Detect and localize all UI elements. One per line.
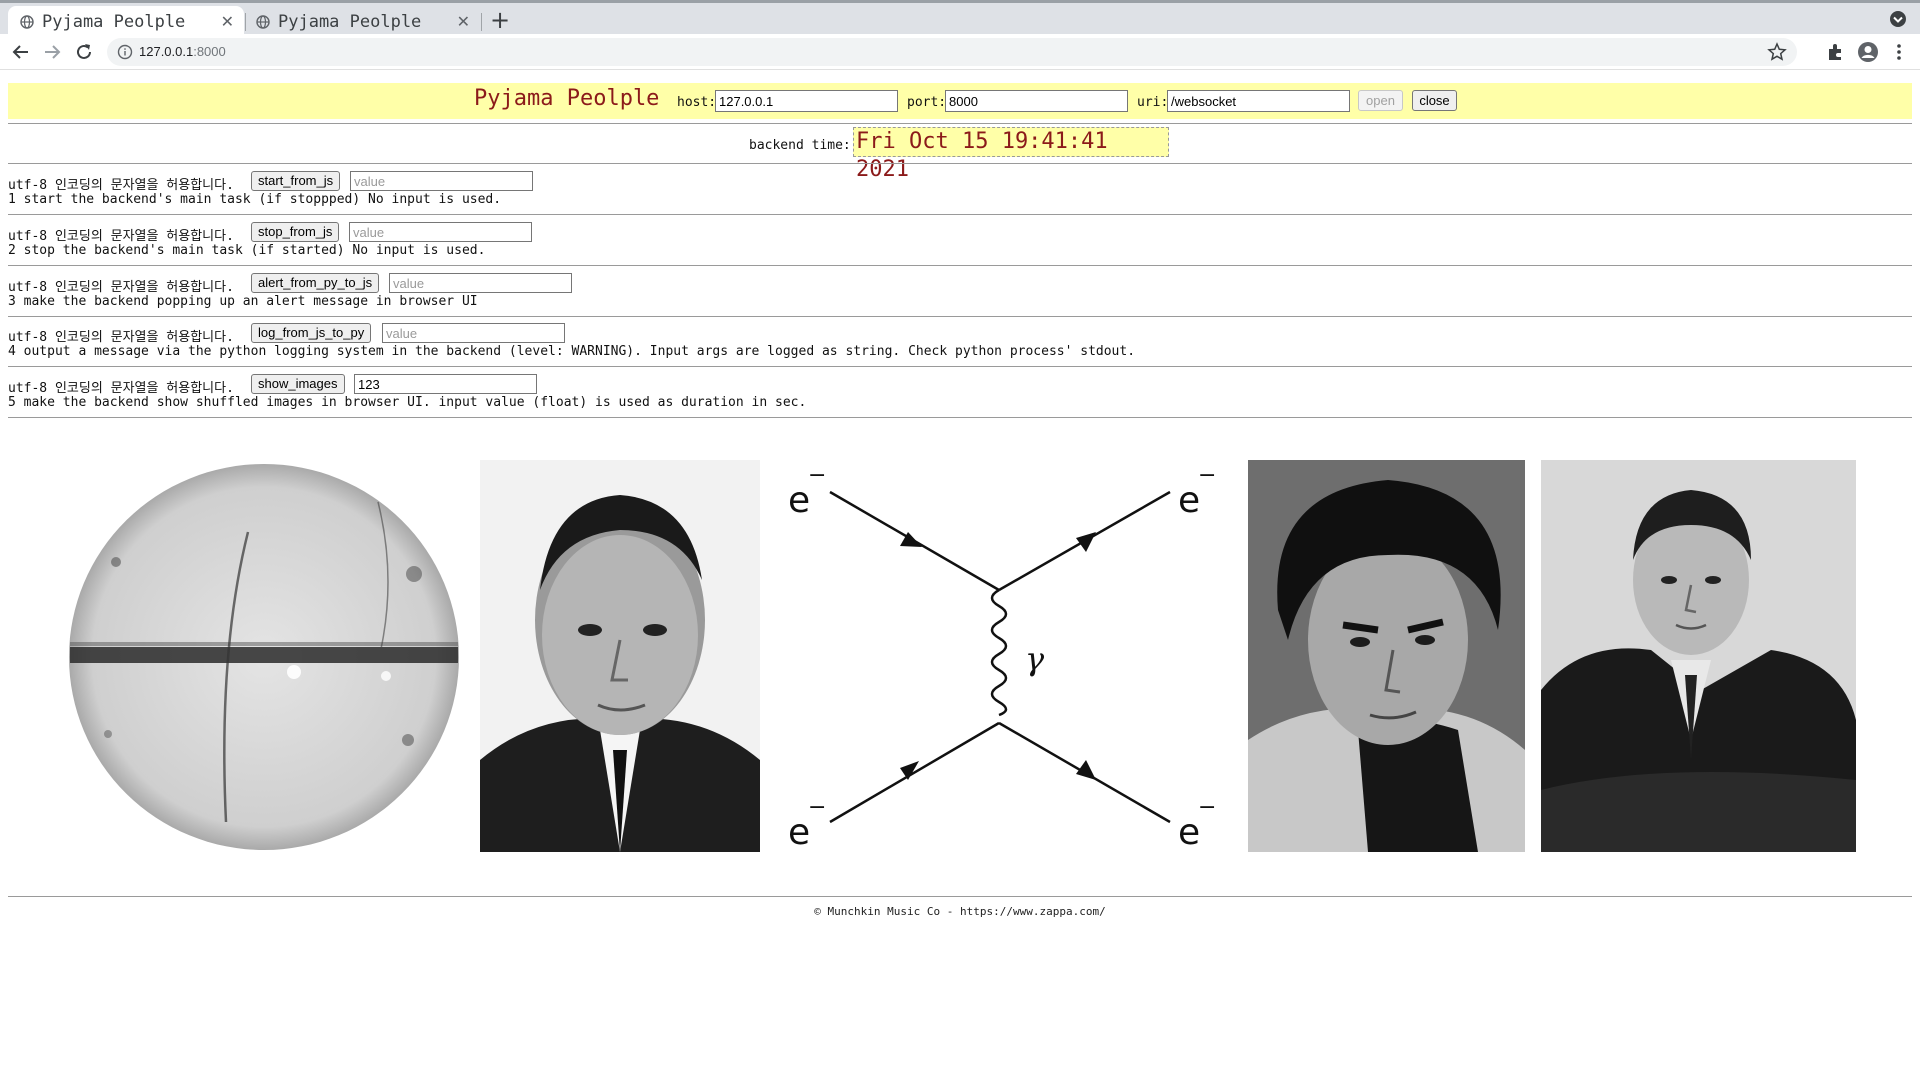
divider [8, 163, 1912, 164]
row-1-prefix: utf-8 인코딩의 문자열을 허용합니다. [8, 178, 234, 193]
extensions-icon[interactable] [1824, 41, 1846, 63]
row-4-input[interactable] [382, 323, 565, 343]
forward-arrow-icon[interactable] [41, 41, 63, 63]
close-button[interactable]: close [1412, 90, 1457, 111]
row-5-description: 5 make the backend show shuffled images … [8, 395, 807, 410]
close-tab-icon[interactable]: ✕ [221, 12, 234, 31]
backend-time-label: backend time: [749, 138, 851, 153]
portrait-photo-2 [1248, 460, 1525, 852]
browser-toolbar: 127.0.0.1:8000 [0, 34, 1920, 70]
row-2-description: 2 stop the backend's main task (if start… [8, 243, 486, 258]
row-2-prefix: utf-8 인코딩의 문자열을 허용합니다. [8, 229, 234, 244]
tab-search-icon[interactable] [1888, 9, 1908, 29]
electron-label-top-left: e [788, 480, 810, 521]
url-port: :8000 [193, 44, 226, 59]
stop-from-js-button[interactable]: stop_from_js [251, 222, 340, 242]
row-4-description: 4 output a message via the python loggin… [8, 344, 1136, 359]
divider [8, 316, 1912, 317]
browser-tab-2[interactable]: Pyjama Peolple ✕ [244, 6, 480, 37]
portrait-photo-1 [480, 460, 760, 852]
show-images-button[interactable]: show_images [251, 374, 345, 394]
port-label: port: [907, 95, 947, 110]
row-1-description: 1 start the backend's main task (if stop… [8, 192, 502, 207]
row-3-prefix: utf-8 인코딩의 문자열을 허용합니다. [8, 280, 234, 295]
globe-icon [20, 14, 34, 29]
cloud-chamber-photo [69, 464, 459, 850]
gamma-label: γ [1025, 640, 1045, 678]
start-from-js-button[interactable]: start_from_js [251, 171, 341, 191]
bookmark-star-icon[interactable] [1767, 42, 1787, 62]
electron-label-bottom-right: e [1178, 812, 1200, 852]
address-bar[interactable]: 127.0.0.1:8000 [107, 38, 1797, 66]
host-field[interactable] [715, 90, 898, 112]
row-3-description: 3 make the backend popping up an alert m… [8, 294, 478, 309]
minus-sign: − [1198, 463, 1216, 488]
portrait-photo-3 [1541, 460, 1856, 852]
row-5-prefix: utf-8 인코딩의 문자열을 허용합니다. [8, 381, 234, 396]
host-label: host: [677, 95, 717, 110]
url-host: 127.0.0.1 [139, 44, 194, 59]
globe-icon [256, 14, 270, 29]
browser-tab-strip: Pyjama Peolple ✕ Pyjama Peolple ✕ + [0, 0, 1920, 37]
alert-from-py-to-js-button[interactable]: alert_from_py_to_js [251, 273, 380, 293]
minus-sign: − [808, 463, 826, 488]
page-title: Pyjama Peolple [474, 86, 660, 111]
electron-label-top-right: e [1178, 480, 1200, 521]
browser-tab-1[interactable]: Pyjama Peolple ✕ [8, 6, 244, 37]
divider [8, 265, 1912, 266]
row-3-input[interactable] [389, 273, 572, 293]
connection-header: Pyjama Peolple host: port: uri: open clo… [8, 83, 1912, 119]
divider [8, 417, 1912, 418]
row-2-input[interactable] [349, 222, 532, 242]
feynman-diagram: e − e − e − e − γ [780, 460, 1220, 852]
tab-title: Pyjama Peolple [278, 11, 422, 32]
row-1-input[interactable] [350, 171, 533, 191]
footer-text: © Munchkin Music Co - https://www.zappa.… [814, 905, 1106, 918]
divider [8, 123, 1912, 124]
minus-sign: − [1198, 795, 1216, 820]
url-text: 127.0.0.1:8000 [139, 44, 226, 59]
open-button[interactable]: open [1358, 90, 1403, 111]
row-4-prefix: utf-8 인코딩의 문자열을 허용합니다. [8, 330, 234, 345]
divider [8, 896, 1912, 897]
electron-label-bottom-left: e [788, 812, 810, 852]
divider [8, 214, 1912, 215]
backend-time-value: Fri Oct 15 19:41:41 2021 [853, 127, 1169, 182]
page-content: Pyjama Peolple host: port: uri: open clo… [0, 70, 1920, 1080]
profile-avatar-icon[interactable] [1857, 41, 1879, 63]
back-arrow-icon[interactable] [10, 41, 32, 63]
tab-divider [481, 13, 482, 31]
info-icon[interactable] [117, 44, 133, 60]
divider [8, 366, 1912, 367]
port-field[interactable] [945, 90, 1128, 112]
kebab-menu-icon[interactable] [1888, 41, 1910, 63]
uri-field[interactable] [1167, 90, 1350, 112]
close-tab-icon[interactable]: ✕ [457, 12, 470, 31]
log-from-js-to-py-button[interactable]: log_from_js_to_py [251, 323, 372, 343]
minus-sign: − [808, 795, 826, 820]
row-5-input[interactable] [354, 374, 537, 394]
reload-icon[interactable] [73, 41, 95, 63]
uri-label: uri: [1137, 95, 1169, 110]
tab-title: Pyjama Peolple [42, 11, 186, 32]
new-tab-button[interactable]: + [486, 5, 514, 35]
